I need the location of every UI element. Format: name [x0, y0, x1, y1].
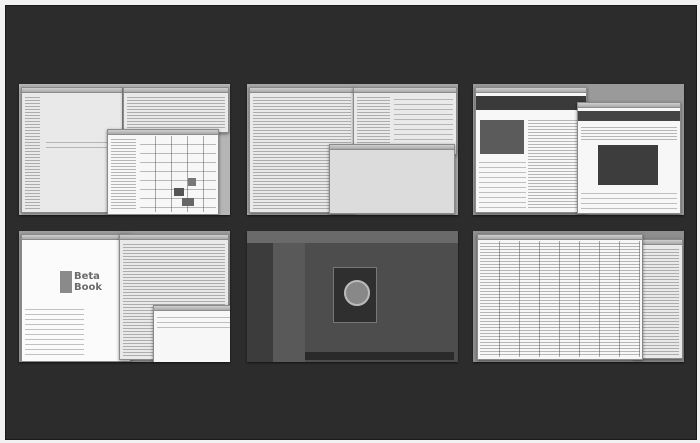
book-icon [60, 271, 72, 293]
beta-book-logo: Beta Book [60, 271, 102, 293]
toolbar [247, 231, 458, 243]
browser-window-2[interactable] [577, 102, 681, 214]
browser-window-1[interactable] [475, 87, 587, 213]
track-panel [273, 243, 305, 362]
table-window[interactable] [477, 234, 643, 360]
blank-document-window[interactable] [329, 144, 455, 214]
space-1-thumbnail[interactable] [19, 84, 230, 215]
book-document-window[interactable]: Beta Book [21, 234, 131, 362]
spreadsheet-window[interactable] [107, 129, 219, 215]
media-viewer[interactable] [333, 267, 377, 323]
record-icon [344, 280, 370, 306]
space-5-thumbnail[interactable] [247, 231, 458, 362]
spaces-overview: Beta Book [5, 5, 697, 440]
space-2-thumbnail[interactable] [247, 84, 458, 215]
space-3-thumbnail[interactable] [473, 84, 684, 215]
dialog-window[interactable] [153, 305, 230, 362]
timeline [305, 352, 454, 360]
space-6-thumbnail[interactable] [473, 231, 684, 362]
space-4-thumbnail[interactable]: Beta Book [19, 231, 230, 362]
side-panel [247, 243, 273, 362]
editor-window[interactable] [123, 87, 229, 133]
